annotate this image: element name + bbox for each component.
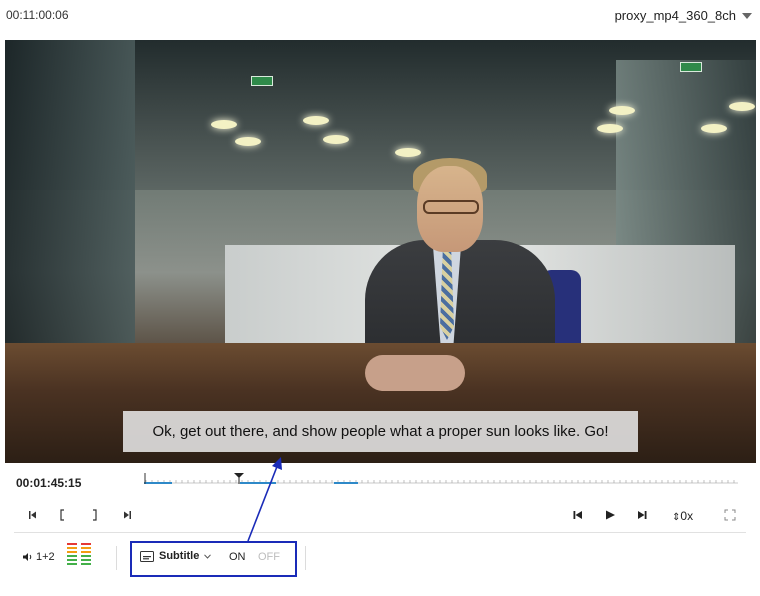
meter-segment [81, 563, 91, 565]
audio-meter-right [81, 543, 91, 565]
step-back-button[interactable] [572, 509, 584, 524]
meter-segment [67, 543, 77, 545]
meter-segment [67, 547, 77, 549]
audio-channel-button[interactable]: 1+2 [22, 551, 55, 563]
meter-segment [81, 551, 91, 553]
mark-out-icon [93, 509, 97, 521]
bottom-divider [116, 546, 117, 570]
audio-channels-label: 1+2 [36, 551, 55, 563]
timeline-segment [144, 482, 172, 484]
meter-segment [67, 559, 77, 561]
chevron-down-icon [204, 553, 212, 559]
ceiling-light [395, 148, 421, 157]
proxy-select-label: proxy_mp4_360_8ch [614, 8, 736, 23]
ceiling-light [235, 137, 261, 146]
fullscreen-button[interactable] [724, 509, 736, 524]
go-to-out-button[interactable] [121, 509, 133, 524]
step-forward-icon [638, 511, 647, 519]
speed-label: 0x [680, 509, 694, 523]
playback-speed-control[interactable]: ⇕0x [672, 509, 693, 523]
speaker-icon [23, 553, 32, 561]
current-timecode: 00:01:45:15 [16, 476, 82, 490]
header-timecode: 00:11:00:06 [6, 8, 69, 22]
meter-segment [67, 563, 77, 565]
meter-segment [81, 543, 91, 545]
timeline-scrubber[interactable] [144, 472, 738, 486]
play-button[interactable] [604, 509, 616, 524]
play-icon [606, 510, 615, 520]
timeline-segment [240, 482, 276, 484]
proxy-select[interactable]: proxy_mp4_360_8ch [615, 8, 752, 23]
ceiling-light [323, 135, 349, 144]
ceiling-light [701, 124, 727, 133]
ceiling-light [729, 102, 755, 111]
timeline-ticks [144, 473, 738, 484]
ceiling-light [303, 116, 329, 125]
video-player[interactable] [5, 40, 756, 463]
subtitle-on-button[interactable]: ON [229, 551, 246, 563]
mark-in-icon [60, 509, 64, 521]
video-person-glasses [423, 200, 479, 214]
meter-segment [81, 559, 91, 561]
bottom-divider [305, 546, 306, 570]
timeline-segment [334, 482, 358, 484]
exit-sign [251, 76, 273, 86]
subtitle-icon [140, 550, 154, 562]
ceiling-light [211, 120, 237, 129]
video-person-hands [365, 355, 465, 391]
go-to-out-icon [124, 511, 131, 519]
ceiling-light [609, 106, 635, 115]
subtitle-label: Subtitle [159, 550, 200, 562]
step-back-icon [573, 511, 582, 519]
fullscreen-icon [724, 509, 736, 521]
subtitle-overlay: Ok, get out there, and show people what … [123, 411, 638, 452]
subtitle-text: Ok, get out there, and show people what … [152, 423, 609, 440]
go-to-in-icon [29, 511, 36, 519]
subtitle-dropdown[interactable]: Subtitle [140, 550, 212, 562]
meter-segment [81, 555, 91, 557]
audio-meter-left [67, 543, 77, 565]
meter-segment [81, 547, 91, 549]
go-to-in-button[interactable] [27, 509, 39, 524]
video-wall-left [5, 40, 135, 370]
meter-segment [67, 551, 77, 553]
step-forward-button[interactable] [636, 509, 648, 524]
mark-out-button[interactable] [89, 508, 99, 525]
mark-in-button[interactable] [58, 508, 68, 525]
controls-divider [14, 532, 746, 533]
exit-sign [680, 62, 702, 72]
meter-segment [67, 555, 77, 557]
chevron-down-icon [742, 12, 752, 19]
subtitle-off-button[interactable]: OFF [258, 551, 280, 563]
ceiling-light [597, 124, 623, 133]
